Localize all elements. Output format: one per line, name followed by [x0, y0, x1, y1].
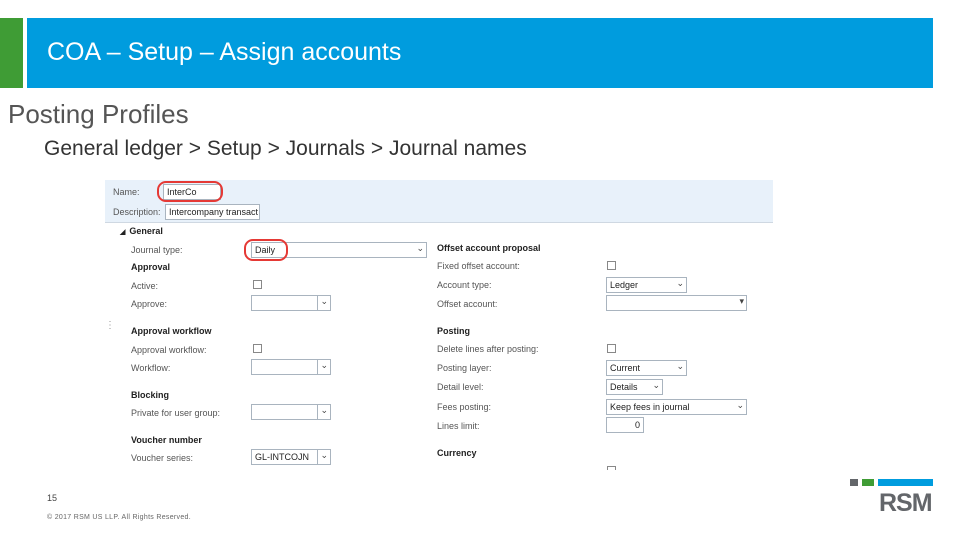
- triangle-collapse-icon[interactable]: ◢: [120, 229, 125, 236]
- approval-workflow-checkbox[interactable]: [253, 344, 262, 353]
- chevron-down-icon[interactable]: ⌄: [416, 243, 424, 254]
- fixed-offset-label: Fixed offset account:: [437, 261, 520, 271]
- breadcrumb: General ledger > Setup > Journals > Jour…: [44, 137, 527, 160]
- slide-number: 15: [47, 493, 58, 503]
- chevron-down-icon[interactable]: ⌄: [676, 361, 684, 372]
- voucher-number-header: Voucher number: [131, 435, 202, 445]
- account-type-label: Account type:: [437, 280, 492, 290]
- approve-select[interactable]: ⌄: [251, 295, 331, 311]
- chevron-down-icon[interactable]: ▾: [739, 296, 744, 307]
- approval-workflow-label: Approval workflow:: [131, 345, 207, 355]
- name-label: Name:: [113, 187, 140, 197]
- voucher-series-label: Voucher series:: [131, 453, 194, 463]
- detail-level-select[interactable]: Details ⌄: [606, 379, 663, 395]
- splitter-grip[interactable]: ⋮: [105, 320, 115, 331]
- description-field[interactable]: Intercompany transact: [165, 204, 260, 220]
- account-type-select[interactable]: Ledger ⌄: [606, 277, 687, 293]
- offset-account-label: Offset account:: [437, 299, 498, 309]
- logo-text: RSM: [879, 489, 933, 517]
- description-label: Description:: [113, 207, 161, 217]
- journal-names-form: ⋮ Name: InterCo Description: Intercompan…: [105, 180, 773, 470]
- private-user-group-select[interactable]: ⌄: [251, 404, 331, 420]
- workflow-label: Workflow:: [131, 363, 171, 373]
- highlight-journal-type: [244, 239, 288, 261]
- chevron-down-icon[interactable]: ⌄: [320, 360, 328, 371]
- copyright: © 2017 RSM US LLP. All Rights Reserved.: [47, 514, 191, 521]
- fixed-offset-checkbox[interactable]: [607, 261, 616, 270]
- header-bar: COA – Setup – Assign accounts: [27, 18, 933, 88]
- slide-title: COA – Setup – Assign accounts: [47, 38, 402, 66]
- journal-type-label: Journal type:: [131, 245, 183, 255]
- delete-lines-label: Delete lines after posting:: [437, 344, 539, 354]
- chevron-down-icon[interactable]: ⌄: [676, 278, 684, 289]
- private-user-group-label: Private for user group:: [131, 408, 221, 418]
- fees-posting-select[interactable]: Keep fees in journal ⌄: [606, 399, 747, 415]
- lines-limit-label: Lines limit:: [437, 421, 480, 431]
- chevron-down-icon[interactable]: ⌄: [320, 450, 328, 461]
- posting-layer-label: Posting layer:: [437, 363, 492, 373]
- chevron-down-icon[interactable]: ⌄: [736, 400, 744, 411]
- approval-workflow-header: Approval workflow: [131, 326, 212, 336]
- delete-lines-checkbox[interactable]: [607, 344, 616, 353]
- currency-checkbox[interactable]: [607, 466, 616, 470]
- workflow-select[interactable]: ⌄: [251, 359, 331, 375]
- chevron-down-icon[interactable]: ⌄: [652, 380, 660, 391]
- approve-label: Approve:: [131, 299, 168, 309]
- approval-header: Approval: [131, 262, 171, 272]
- rsm-logo: RSM: [846, 476, 936, 520]
- active-checkbox[interactable]: [253, 280, 262, 289]
- chevron-down-icon[interactable]: ⌄: [320, 296, 328, 307]
- chevron-down-icon[interactable]: ⌄: [320, 405, 328, 416]
- currency-header: Currency: [437, 448, 477, 458]
- posting-header: Posting: [437, 326, 470, 336]
- voucher-series-select[interactable]: GL-INTCOJN ⌄: [251, 449, 331, 465]
- general-group-header[interactable]: ◢ General: [120, 226, 163, 236]
- fees-posting-label: Fees posting:: [437, 402, 492, 412]
- active-label: Active:: [131, 281, 159, 291]
- highlight-name: [157, 181, 223, 202]
- section-title: Posting Profiles: [8, 99, 189, 129]
- blocking-header: Blocking: [131, 390, 170, 400]
- posting-layer-select[interactable]: Current ⌄: [606, 360, 687, 376]
- detail-level-label: Detail level:: [437, 382, 484, 392]
- lines-limit-input[interactable]: 0: [606, 417, 644, 433]
- offset-account-select[interactable]: ▾: [606, 295, 747, 311]
- header-accent-bar: [0, 18, 23, 88]
- offset-account-proposal-header: Offset account proposal: [437, 243, 541, 253]
